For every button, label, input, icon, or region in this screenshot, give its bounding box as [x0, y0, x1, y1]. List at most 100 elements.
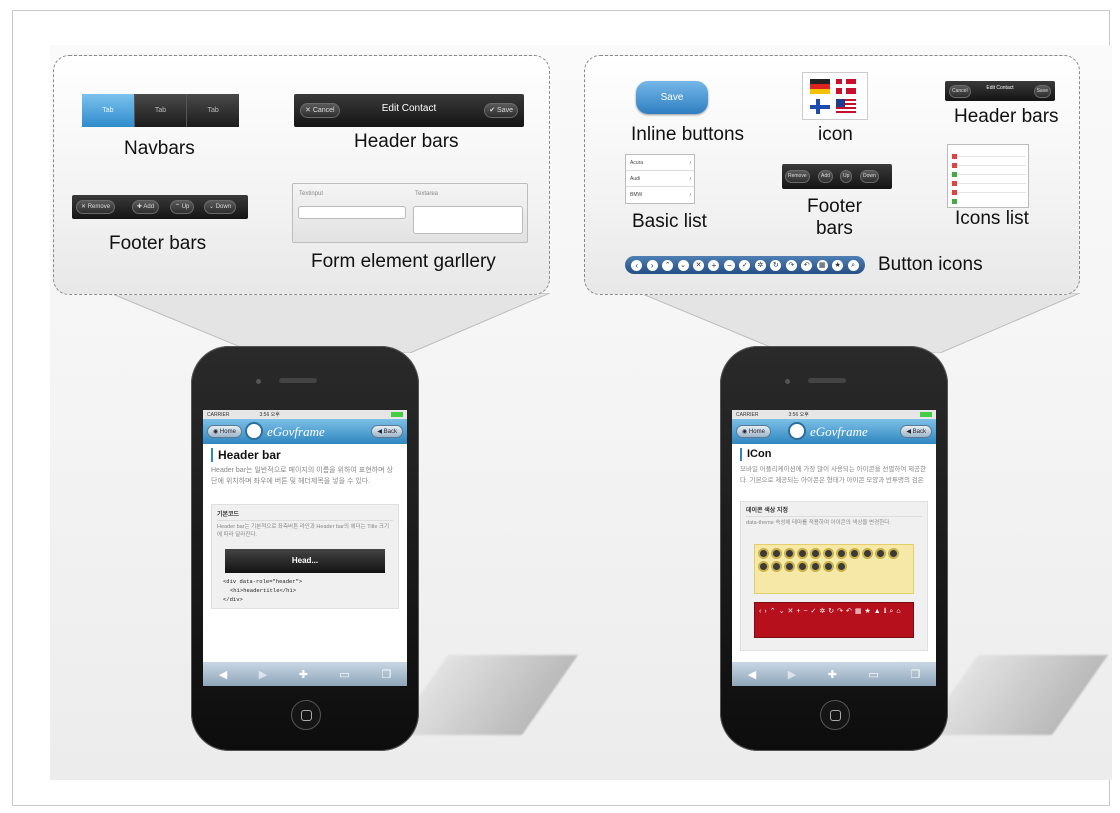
info-icon[interactable]: ℹ	[884, 606, 887, 634]
textinput-field[interactable]	[298, 206, 406, 219]
minus-icon[interactable]: −	[723, 259, 735, 271]
down-button[interactable]: ⌄ Down	[204, 200, 237, 214]
forward-icon[interactable]: ↷	[837, 606, 843, 634]
arrow-right-icon[interactable]	[771, 548, 782, 559]
arrow-right-icon[interactable]: ›	[764, 606, 766, 634]
arrow-right-icon[interactable]: ›	[646, 259, 658, 271]
check-icon[interactable]	[849, 548, 860, 559]
inline-save-button[interactable]: Save	[636, 81, 708, 114]
alert-icon[interactable]	[836, 561, 847, 572]
home-hardware-button[interactable]	[820, 700, 850, 730]
back-icon[interactable]: ↶	[801, 259, 813, 271]
search-icon[interactable]: ⌕	[889, 606, 893, 634]
arrow-left-icon[interactable]: ‹	[759, 606, 761, 634]
star-icon[interactable]: ★	[865, 606, 871, 634]
back-icon[interactable]	[758, 561, 769, 572]
navbar-tab[interactable]: Tab	[186, 94, 240, 127]
minus-icon[interactable]: −	[803, 606, 807, 634]
navbar-tab-active[interactable]: Tab	[82, 94, 134, 127]
arrow-down-icon[interactable]	[797, 548, 808, 559]
browser-back-icon[interactable]: ◀	[748, 668, 756, 681]
home-icon[interactable]: ⌂	[896, 606, 900, 634]
star-icon[interactable]: ★	[832, 259, 844, 271]
textarea-field[interactable]	[413, 206, 523, 234]
icon-section-title: 데이콘 색상 지정	[746, 505, 922, 517]
star-icon[interactable]	[784, 561, 795, 572]
list-item[interactable]	[950, 193, 1026, 204]
arrow-up-icon[interactable]: ⌃	[662, 259, 674, 271]
mini-save-button[interactable]: Save	[1033, 85, 1051, 98]
forward-icon[interactable]: ↷	[785, 259, 797, 271]
delete-icon[interactable]: ✕	[787, 606, 793, 634]
browser-back-icon[interactable]: ◀	[219, 668, 227, 681]
back-button[interactable]: ◀ Back	[371, 425, 403, 438]
arrow-up-icon[interactable]: ⌃	[770, 606, 776, 634]
up-button[interactable]: ⌃ Up	[170, 200, 195, 214]
list-item[interactable]	[950, 166, 1026, 177]
grid-icon[interactable]: ▦	[855, 606, 862, 634]
list-item[interactable]	[950, 157, 1026, 168]
mini-up-button[interactable]: Up	[840, 170, 853, 183]
delete-icon[interactable]	[810, 548, 821, 559]
search-icon[interactable]	[823, 561, 834, 572]
search-icon[interactable]: ⌕	[847, 259, 859, 271]
arrow-left-icon[interactable]	[758, 548, 769, 559]
arrow-up-icon[interactable]	[784, 548, 795, 559]
browser-add-icon[interactable]: ✚	[299, 668, 308, 681]
usa-flag-icon	[836, 99, 856, 114]
arrow-down-icon[interactable]: ⌄	[779, 606, 785, 634]
textarea-label: Textarea	[415, 191, 439, 197]
list-item[interactable]: Audi ›	[626, 171, 694, 187]
browser-forward-icon[interactable]: ▶	[788, 668, 796, 681]
tabs-icon[interactable]: ❐	[910, 668, 920, 681]
list-item[interactable]	[950, 184, 1026, 195]
check-icon[interactable]: ✓	[811, 606, 817, 634]
navbar-tab[interactable]: Tab	[133, 94, 187, 127]
plus-icon[interactable]	[823, 548, 834, 559]
home-icon[interactable]	[810, 561, 821, 572]
list-item[interactable]: Acura ›	[626, 155, 694, 171]
info-icon[interactable]	[797, 561, 808, 572]
refresh-icon[interactable]: ↻	[770, 259, 782, 271]
gear-icon[interactable]: ✲	[754, 259, 766, 271]
page-title: Header bar	[211, 448, 399, 462]
browser-forward-icon[interactable]: ▶	[259, 668, 267, 681]
home-hardware-button[interactable]	[291, 700, 321, 730]
plus-icon[interactable]: +	[708, 259, 720, 271]
grid-icon[interactable]	[771, 561, 782, 572]
code-box-title: 기본코드	[217, 509, 393, 521]
home-button[interactable]: ◉ Home	[207, 425, 242, 438]
browser-add-icon[interactable]: ✚	[828, 668, 837, 681]
refresh-icon[interactable]: ↻	[828, 606, 834, 634]
bookmarks-icon[interactable]: ▭	[868, 668, 878, 681]
back-button[interactable]: ◀ Back	[900, 425, 932, 438]
bookmarks-icon[interactable]: ▭	[339, 668, 349, 681]
arrow-down-icon[interactable]: ⌄	[677, 259, 689, 271]
gear-icon[interactable]: ✲	[819, 606, 825, 634]
refresh-icon[interactable]	[875, 548, 886, 559]
back-icon[interactable]: ↶	[846, 606, 852, 634]
icon-label: icon	[818, 124, 853, 145]
list-item[interactable]: BMW ›	[626, 187, 694, 203]
mini-add-button[interactable]: Add	[818, 170, 833, 183]
list-item[interactable]	[950, 148, 1026, 159]
home-button[interactable]: ◉ Home	[736, 425, 771, 438]
arrow-left-icon[interactable]: ‹	[631, 259, 643, 271]
gear-icon[interactable]	[862, 548, 873, 559]
grid-icon[interactable]: ▦	[816, 259, 828, 271]
add-button[interactable]: ✚ Add	[132, 200, 160, 214]
delete-icon[interactable]: ✕	[693, 259, 705, 271]
list-item[interactable]	[950, 175, 1026, 186]
minus-icon[interactable]	[836, 548, 847, 559]
mini-down-button[interactable]: Down	[860, 170, 879, 183]
forward-icon[interactable]	[888, 548, 899, 559]
code-line: <div data-role="header">	[223, 578, 303, 585]
browser-toolbar: ◀ ▶ ✚ ▭ ❐	[203, 662, 407, 686]
save-button[interactable]: ✔ Save	[484, 103, 518, 118]
remove-button[interactable]: ✕ Remove	[76, 200, 116, 214]
mini-remove-button[interactable]: Remove	[785, 170, 810, 183]
check-icon[interactable]: ✓	[739, 259, 751, 271]
alert-icon[interactable]: ▲	[874, 606, 881, 634]
tabs-icon[interactable]: ❐	[381, 668, 391, 681]
plus-icon[interactable]: +	[796, 606, 800, 634]
